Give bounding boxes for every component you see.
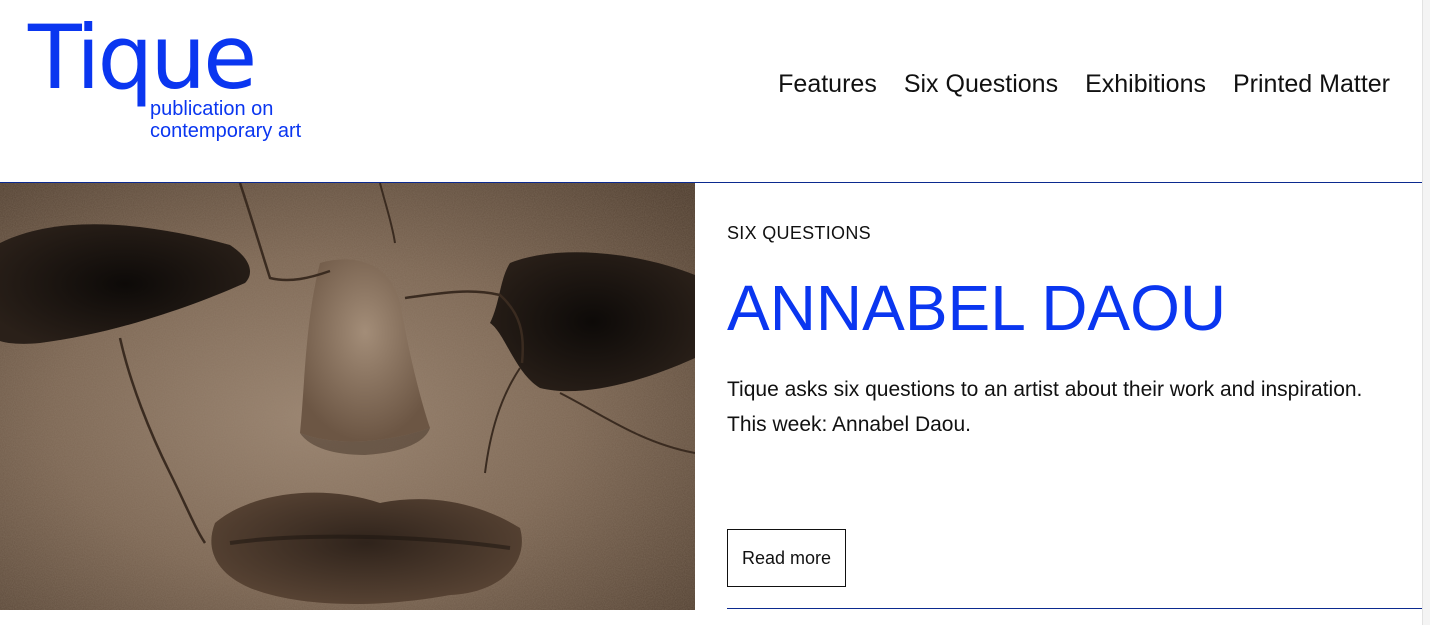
feature-image[interactable] bbox=[0, 183, 695, 610]
article-title[interactable]: ANNABEL DAOU bbox=[727, 271, 1226, 345]
summary-line-2: This week: Annabel Daou. bbox=[727, 412, 971, 436]
logo-wordmark: Tique bbox=[28, 6, 257, 109]
mask-photo-icon bbox=[0, 183, 695, 610]
article-category[interactable]: SIX QUESTIONS bbox=[727, 222, 871, 244]
site-logo[interactable]: Tique bbox=[28, 6, 257, 109]
nav-item-features[interactable]: Features bbox=[778, 66, 877, 102]
nav-item-printed-matter[interactable]: Printed Matter bbox=[1233, 66, 1390, 102]
page: Tique publication on contemporary art Fe… bbox=[0, 0, 1430, 625]
article-divider bbox=[727, 608, 1423, 609]
summary-line-1: Tique asks six questions to an artist ab… bbox=[727, 378, 1363, 401]
logo-tagline: publication on contemporary art bbox=[150, 98, 350, 142]
page-scrollbar[interactable] bbox=[1422, 0, 1430, 625]
main-nav: Features Six Questions Exhibitions Print… bbox=[778, 66, 1390, 102]
read-more-button[interactable]: Read more bbox=[727, 529, 846, 587]
tagline-line-1: publication on bbox=[150, 98, 274, 120]
nav-item-exhibitions[interactable]: Exhibitions bbox=[1085, 66, 1206, 102]
article-summary: Tique asks six questions to an artist ab… bbox=[727, 373, 1367, 442]
nav-item-six-questions[interactable]: Six Questions bbox=[904, 66, 1058, 102]
tagline-line-2: contemporary art bbox=[150, 120, 302, 142]
